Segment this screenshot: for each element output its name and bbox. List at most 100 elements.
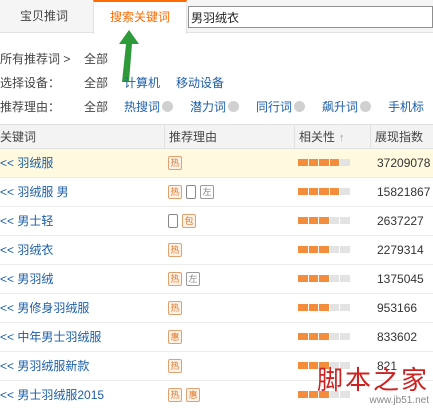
mobile-device-icon bbox=[186, 185, 196, 199]
keyword-link[interactable]: << 男羽绒 bbox=[0, 265, 53, 293]
help-icon[interactable] bbox=[294, 101, 306, 112]
help-icon[interactable] bbox=[162, 101, 174, 112]
keyword-link[interactable]: << 羽绒衣 bbox=[0, 236, 53, 264]
reason-badge: 热 bbox=[168, 156, 182, 170]
tab-bar: 宝贝推词 搜索关键词 bbox=[0, 0, 433, 34]
reason-badges: 热 bbox=[168, 352, 182, 380]
device-option-computer[interactable]: 计算机 bbox=[124, 74, 160, 91]
relevance-segment bbox=[319, 188, 329, 195]
header-relevance[interactable]: 相关性 ↑ bbox=[294, 125, 370, 149]
device-option-mobile[interactable]: 移动设备 bbox=[176, 74, 224, 91]
relevance-segment bbox=[340, 217, 350, 224]
table-row[interactable]: << 中年男士羽绒服 惠 833602 bbox=[0, 323, 433, 352]
reason-badge: 热 bbox=[168, 243, 182, 257]
reason-badge: 惠 bbox=[186, 388, 200, 402]
reason-option-potential[interactable]: 潜力词 bbox=[190, 98, 240, 115]
relevance-segment bbox=[308, 275, 319, 282]
device-option-all[interactable]: 全部 bbox=[84, 74, 108, 91]
relevance-bar bbox=[298, 275, 350, 282]
filter-reason-label: 推荐理由： bbox=[0, 100, 61, 114]
table-row[interactable]: << 羽绒衣 热 2279314 bbox=[0, 236, 433, 265]
table-row[interactable]: << 羽绒服 男热左 15821867 bbox=[0, 178, 433, 207]
relevance-segment bbox=[298, 391, 308, 398]
header-reason: 推荐理由 bbox=[164, 125, 294, 149]
keyword-link[interactable]: << 中年男士羽绒服 bbox=[0, 323, 101, 351]
relevance-segment bbox=[329, 246, 340, 253]
relevance-segment bbox=[329, 188, 340, 195]
relevance-segment bbox=[329, 159, 340, 166]
reason-option-hot-label: 热搜词 bbox=[124, 100, 161, 114]
keyword-search-input[interactable] bbox=[188, 6, 433, 28]
impressions-value: 1375045 bbox=[377, 272, 424, 286]
relevance-segment bbox=[298, 246, 308, 253]
relevance-segment bbox=[319, 333, 329, 340]
reason-option-peer[interactable]: 同行词 bbox=[256, 98, 306, 115]
help-icon[interactable] bbox=[228, 101, 240, 112]
impressions-value: 2637227 bbox=[377, 214, 424, 228]
table-row[interactable]: << 男羽绒 热左 1375045 bbox=[0, 265, 433, 294]
relevance-segment bbox=[329, 304, 340, 311]
reason-badge: 热 bbox=[168, 359, 182, 373]
sort-up-icon[interactable]: ↑ bbox=[339, 132, 345, 144]
left-badge: 左 bbox=[200, 185, 214, 199]
table-row[interactable]: << 男修身羽绒服 热 953166 bbox=[0, 294, 433, 323]
relevance-segment bbox=[340, 188, 350, 195]
relevance-segment bbox=[329, 217, 340, 224]
reason-option-hot[interactable]: 热搜词 bbox=[124, 98, 174, 115]
relevance-segment bbox=[329, 333, 340, 340]
relevance-segment bbox=[340, 246, 350, 253]
tab-recommend-words[interactable]: 宝贝推词 bbox=[0, 0, 88, 33]
relevance-segment bbox=[308, 188, 319, 195]
relevance-segment bbox=[298, 362, 308, 369]
reason-badges: 热左 bbox=[168, 265, 200, 293]
table-row[interactable]: << 男士轻 包 2637227 bbox=[0, 207, 433, 236]
keyword-link[interactable]: << 男士轻 bbox=[0, 207, 53, 235]
reason-option-rising-label: 飙升词 bbox=[322, 100, 359, 114]
relevance-bar bbox=[298, 159, 350, 166]
relevance-segment bbox=[319, 275, 329, 282]
keyword-link[interactable]: << 羽绒服 男 bbox=[0, 178, 69, 206]
reason-option-all[interactable]: 全部 bbox=[84, 98, 108, 115]
relevance-segment bbox=[298, 188, 308, 195]
reason-option-mobile[interactable]: 手机标 bbox=[388, 98, 424, 115]
reason-badge: 热 bbox=[168, 388, 182, 402]
impressions-value: 2279314 bbox=[377, 243, 424, 257]
reason-option-rising[interactable]: 飙升词 bbox=[322, 98, 372, 115]
relevance-segment bbox=[298, 304, 308, 311]
mobile-device-icon bbox=[168, 214, 178, 228]
header-impressions[interactable]: 展现指数 bbox=[370, 125, 433, 149]
relevance-segment bbox=[319, 217, 329, 224]
watermark: 脚本之家 www.jb51.net bbox=[317, 367, 429, 406]
relevance-segment bbox=[308, 246, 319, 253]
relevance-segment bbox=[340, 275, 350, 282]
keyword-link[interactable]: << 男士羽绒服2015 bbox=[0, 381, 104, 408]
relevance-bar bbox=[298, 217, 350, 224]
relevance-segment bbox=[308, 304, 319, 311]
keyword-link[interactable]: << 羽绒服 bbox=[0, 149, 53, 177]
reason-option-peer-label: 同行词 bbox=[256, 100, 293, 114]
watermark-title: 脚本之家 bbox=[316, 366, 429, 396]
relevance-segment bbox=[308, 217, 319, 224]
filter-path-label: 所有推荐词 > bbox=[0, 52, 71, 66]
reason-badges: 热惠 bbox=[168, 381, 200, 408]
filter-device-label: 选择设备： bbox=[0, 76, 61, 90]
relevance-segment bbox=[308, 333, 319, 340]
help-icon[interactable] bbox=[360, 101, 372, 112]
reason-badges: 热左 bbox=[168, 178, 214, 206]
relevance-bar bbox=[298, 188, 350, 195]
table-row[interactable]: << 羽绒服 热 37209078 bbox=[0, 149, 433, 178]
reason-badges: 惠 bbox=[168, 323, 182, 351]
keyword-link[interactable]: << 男修身羽绒服 bbox=[0, 294, 89, 322]
relevance-bar bbox=[298, 246, 350, 253]
reason-badges: 热 bbox=[168, 236, 182, 264]
impressions-value: 37209078 bbox=[377, 156, 431, 170]
keyword-link[interactable]: << 男羽绒服新款 bbox=[0, 352, 89, 380]
impressions-value: 833602 bbox=[377, 330, 418, 344]
reason-badges: 包 bbox=[168, 207, 196, 235]
impressions-value: 953166 bbox=[377, 301, 418, 315]
relevance-segment bbox=[329, 275, 340, 282]
header-relevance-label: 相关性 bbox=[299, 130, 336, 144]
header-keyword[interactable]: 关键词 bbox=[0, 125, 164, 149]
filter-path-value: 全部 bbox=[84, 52, 109, 66]
relevance-segment bbox=[298, 333, 308, 340]
